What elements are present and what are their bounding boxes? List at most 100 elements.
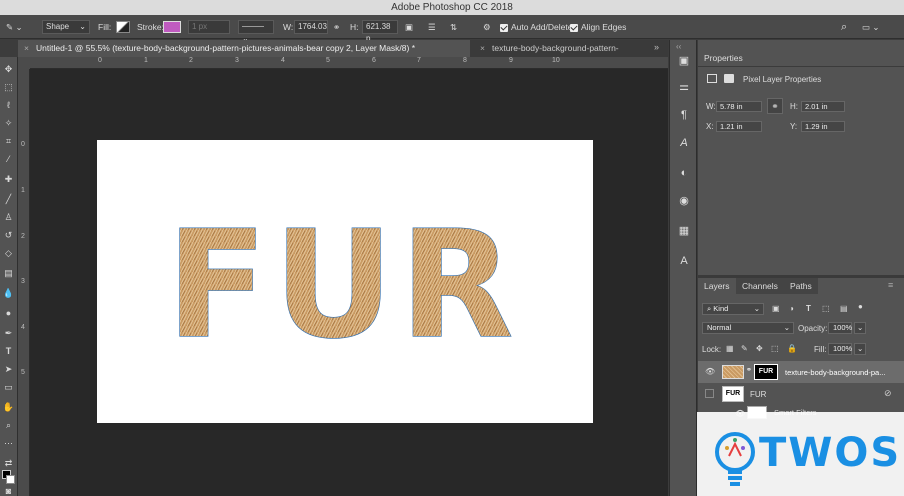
pen-tool-icon[interactable]: ✒: [2, 327, 15, 340]
workspace-icon[interactable]: ▭ ⌄: [862, 19, 880, 35]
filter-toggle-icon[interactable]: ●: [858, 302, 863, 311]
x-field[interactable]: 1.21 in: [716, 121, 762, 132]
x-value: 1.21 in: [720, 122, 743, 131]
glyphs-icon[interactable]: A: [677, 254, 691, 268]
tab-paths[interactable]: Paths: [784, 278, 818, 294]
marquee-tool-icon[interactable]: ⬚: [2, 81, 15, 94]
paragraph-icon[interactable]: ¶: [677, 108, 691, 122]
blend-mode-select[interactable]: Normal ⌄: [702, 322, 794, 334]
mask-icon[interactable]: [724, 74, 734, 83]
filter-adjustment-icon[interactable]: ◑: [789, 304, 794, 313]
crop-tool-icon[interactable]: ⌗: [2, 135, 15, 148]
auto-add-delete-checkbox[interactable]: Auto Add/Delete: [500, 19, 572, 35]
swap-colors-icon[interactable]: ⇄: [2, 457, 15, 470]
link-dimensions-icon[interactable]: ⚭: [767, 98, 783, 114]
swatches-icon[interactable]: ◉: [677, 194, 691, 208]
link-icon[interactable]: ⚭: [746, 366, 752, 374]
path-selection-tool-icon[interactable]: ➤: [2, 363, 15, 376]
tab-untitled-1[interactable]: × Untitled-1 @ 55.5% (texture-body-backg…: [18, 40, 470, 57]
filter-type-icon[interactable]: T: [806, 304, 811, 313]
visibility-toggle[interactable]: [705, 389, 714, 398]
fill-field[interactable]: 100%: [828, 343, 852, 355]
panel-menu-icon[interactable]: ≡: [888, 280, 893, 290]
history-brush-tool-icon[interactable]: ↺: [2, 229, 15, 242]
color-icon[interactable]: ◐: [677, 166, 691, 180]
brush-tool-icon[interactable]: ╱: [2, 193, 15, 206]
collapse-icon[interactable]: ‹‹: [676, 42, 681, 51]
move-tool-icon[interactable]: ✥: [2, 63, 15, 76]
canvas-area[interactable]: FUR: [30, 69, 668, 496]
lock-artboard-icon[interactable]: ⬚: [771, 344, 779, 353]
tab-properties[interactable]: Properties: [698, 50, 749, 66]
fill-swatch[interactable]: [116, 21, 130, 33]
tab-texture[interactable]: × texture-body-background-pattern-: [474, 40, 646, 57]
tool-mode-select[interactable]: Shape ⌄: [42, 20, 90, 34]
dodge-tool-icon[interactable]: ●: [2, 307, 15, 320]
lasso-tool-icon[interactable]: ℓ: [2, 99, 15, 112]
character-icon[interactable]: A: [677, 136, 691, 150]
opacity-label: Opacity:: [798, 324, 828, 333]
height-field[interactable]: 621.38 p: [362, 20, 398, 43]
filter-pixel-icon[interactable]: ▣: [772, 304, 780, 313]
eye-icon[interactable]: 👁: [705, 367, 715, 376]
settings-gear-icon[interactable]: ⚙: [483, 19, 491, 35]
history-icon[interactable]: ▣: [677, 54, 691, 68]
quick-select-tool-icon[interactable]: ✧: [2, 117, 15, 130]
lock-position-icon[interactable]: ✥: [756, 344, 763, 353]
path-operations-icon[interactable]: ▣: [405, 19, 413, 35]
healing-brush-tool-icon[interactable]: ✚: [2, 173, 15, 186]
kind-filter-select[interactable]: ⌕ Kind ⌄: [702, 303, 764, 315]
layer-thumbnail[interactable]: [722, 365, 744, 379]
quick-mask-icon[interactable]: ◙: [2, 485, 15, 496]
layer-row[interactable]: 👁 ⚭ FUR texture-body-background-pa...: [698, 361, 904, 383]
layer-mask-thumbnail[interactable]: FUR: [754, 364, 778, 380]
hand-tool-icon[interactable]: ✋: [2, 401, 15, 414]
stroke-swatch[interactable]: [163, 21, 181, 33]
width-field[interactable]: 1764.03: [294, 20, 328, 34]
document-canvas[interactable]: FUR: [97, 140, 593, 423]
lock-transparent-icon[interactable]: ▦: [726, 344, 734, 353]
eyedropper-tool-icon[interactable]: ⁄: [2, 153, 15, 166]
clone-stamp-tool-icon[interactable]: ♙: [2, 211, 15, 224]
filter-smart-object-icon[interactable]: ▤: [840, 304, 848, 313]
fill-dropdown[interactable]: ⌄: [854, 343, 866, 355]
path-arrangement-icon[interactable]: ⇅: [450, 19, 457, 35]
tab-layers[interactable]: Layers: [698, 278, 736, 294]
rectangle-tool-icon[interactable]: ▭: [2, 381, 15, 394]
layer-row[interactable]: FUR FUR ⊘: [698, 383, 904, 405]
adjustments-icon[interactable]: ⚌: [677, 80, 691, 94]
close-icon[interactable]: ×: [480, 40, 485, 57]
ruler-label: 10: [552, 57, 560, 64]
stroke-width-field[interactable]: 1 px: [188, 20, 230, 34]
blur-tool-icon[interactable]: 💧: [2, 287, 15, 300]
h-field[interactable]: 2.01 in: [801, 101, 845, 112]
ruler-label: 2: [189, 57, 193, 64]
type-tool-icon[interactable]: T: [2, 345, 15, 358]
w-field[interactable]: 5.78 in: [716, 101, 762, 112]
zoom-tool-icon[interactable]: ⌕: [2, 419, 15, 432]
y-field[interactable]: 1.29 in: [801, 121, 845, 132]
smart-object-thumbnail[interactable]: FUR: [722, 386, 744, 402]
search-icon[interactable]: ⌕: [841, 19, 847, 35]
fur-text-artwork[interactable]: FUR: [97, 140, 593, 423]
ruler-label: 0: [21, 141, 25, 148]
align-edges-checkbox[interactable]: Align Edges: [570, 19, 626, 35]
grid-icon[interactable]: ▦: [677, 224, 691, 238]
more-tabs-icon[interactable]: »: [654, 42, 659, 52]
eraser-tool-icon[interactable]: ◇: [2, 247, 15, 260]
link-icon[interactable]: ⚭: [333, 19, 340, 35]
background-color-swatch[interactable]: [6, 475, 15, 484]
stroke-type-select[interactable]: ⌄: [238, 20, 274, 43]
tab-channels[interactable]: Channels: [736, 278, 784, 294]
gradient-tool-icon[interactable]: ▤: [2, 267, 15, 280]
h-value: 2.01 in: [805, 102, 828, 111]
lock-all-icon[interactable]: 🔒: [787, 344, 797, 353]
opacity-dropdown[interactable]: ⌄: [854, 322, 866, 334]
pen-tool-icon[interactable]: ✎ ⌄: [6, 19, 23, 35]
opacity-field[interactable]: 100%: [828, 322, 852, 334]
more-tools-icon[interactable]: ⋯: [2, 437, 15, 450]
path-alignment-icon[interactable]: ☰: [428, 19, 436, 35]
lock-image-icon[interactable]: ✎: [741, 344, 748, 353]
close-icon[interactable]: ×: [24, 40, 29, 57]
filter-shape-icon[interactable]: ⬚: [822, 304, 830, 313]
